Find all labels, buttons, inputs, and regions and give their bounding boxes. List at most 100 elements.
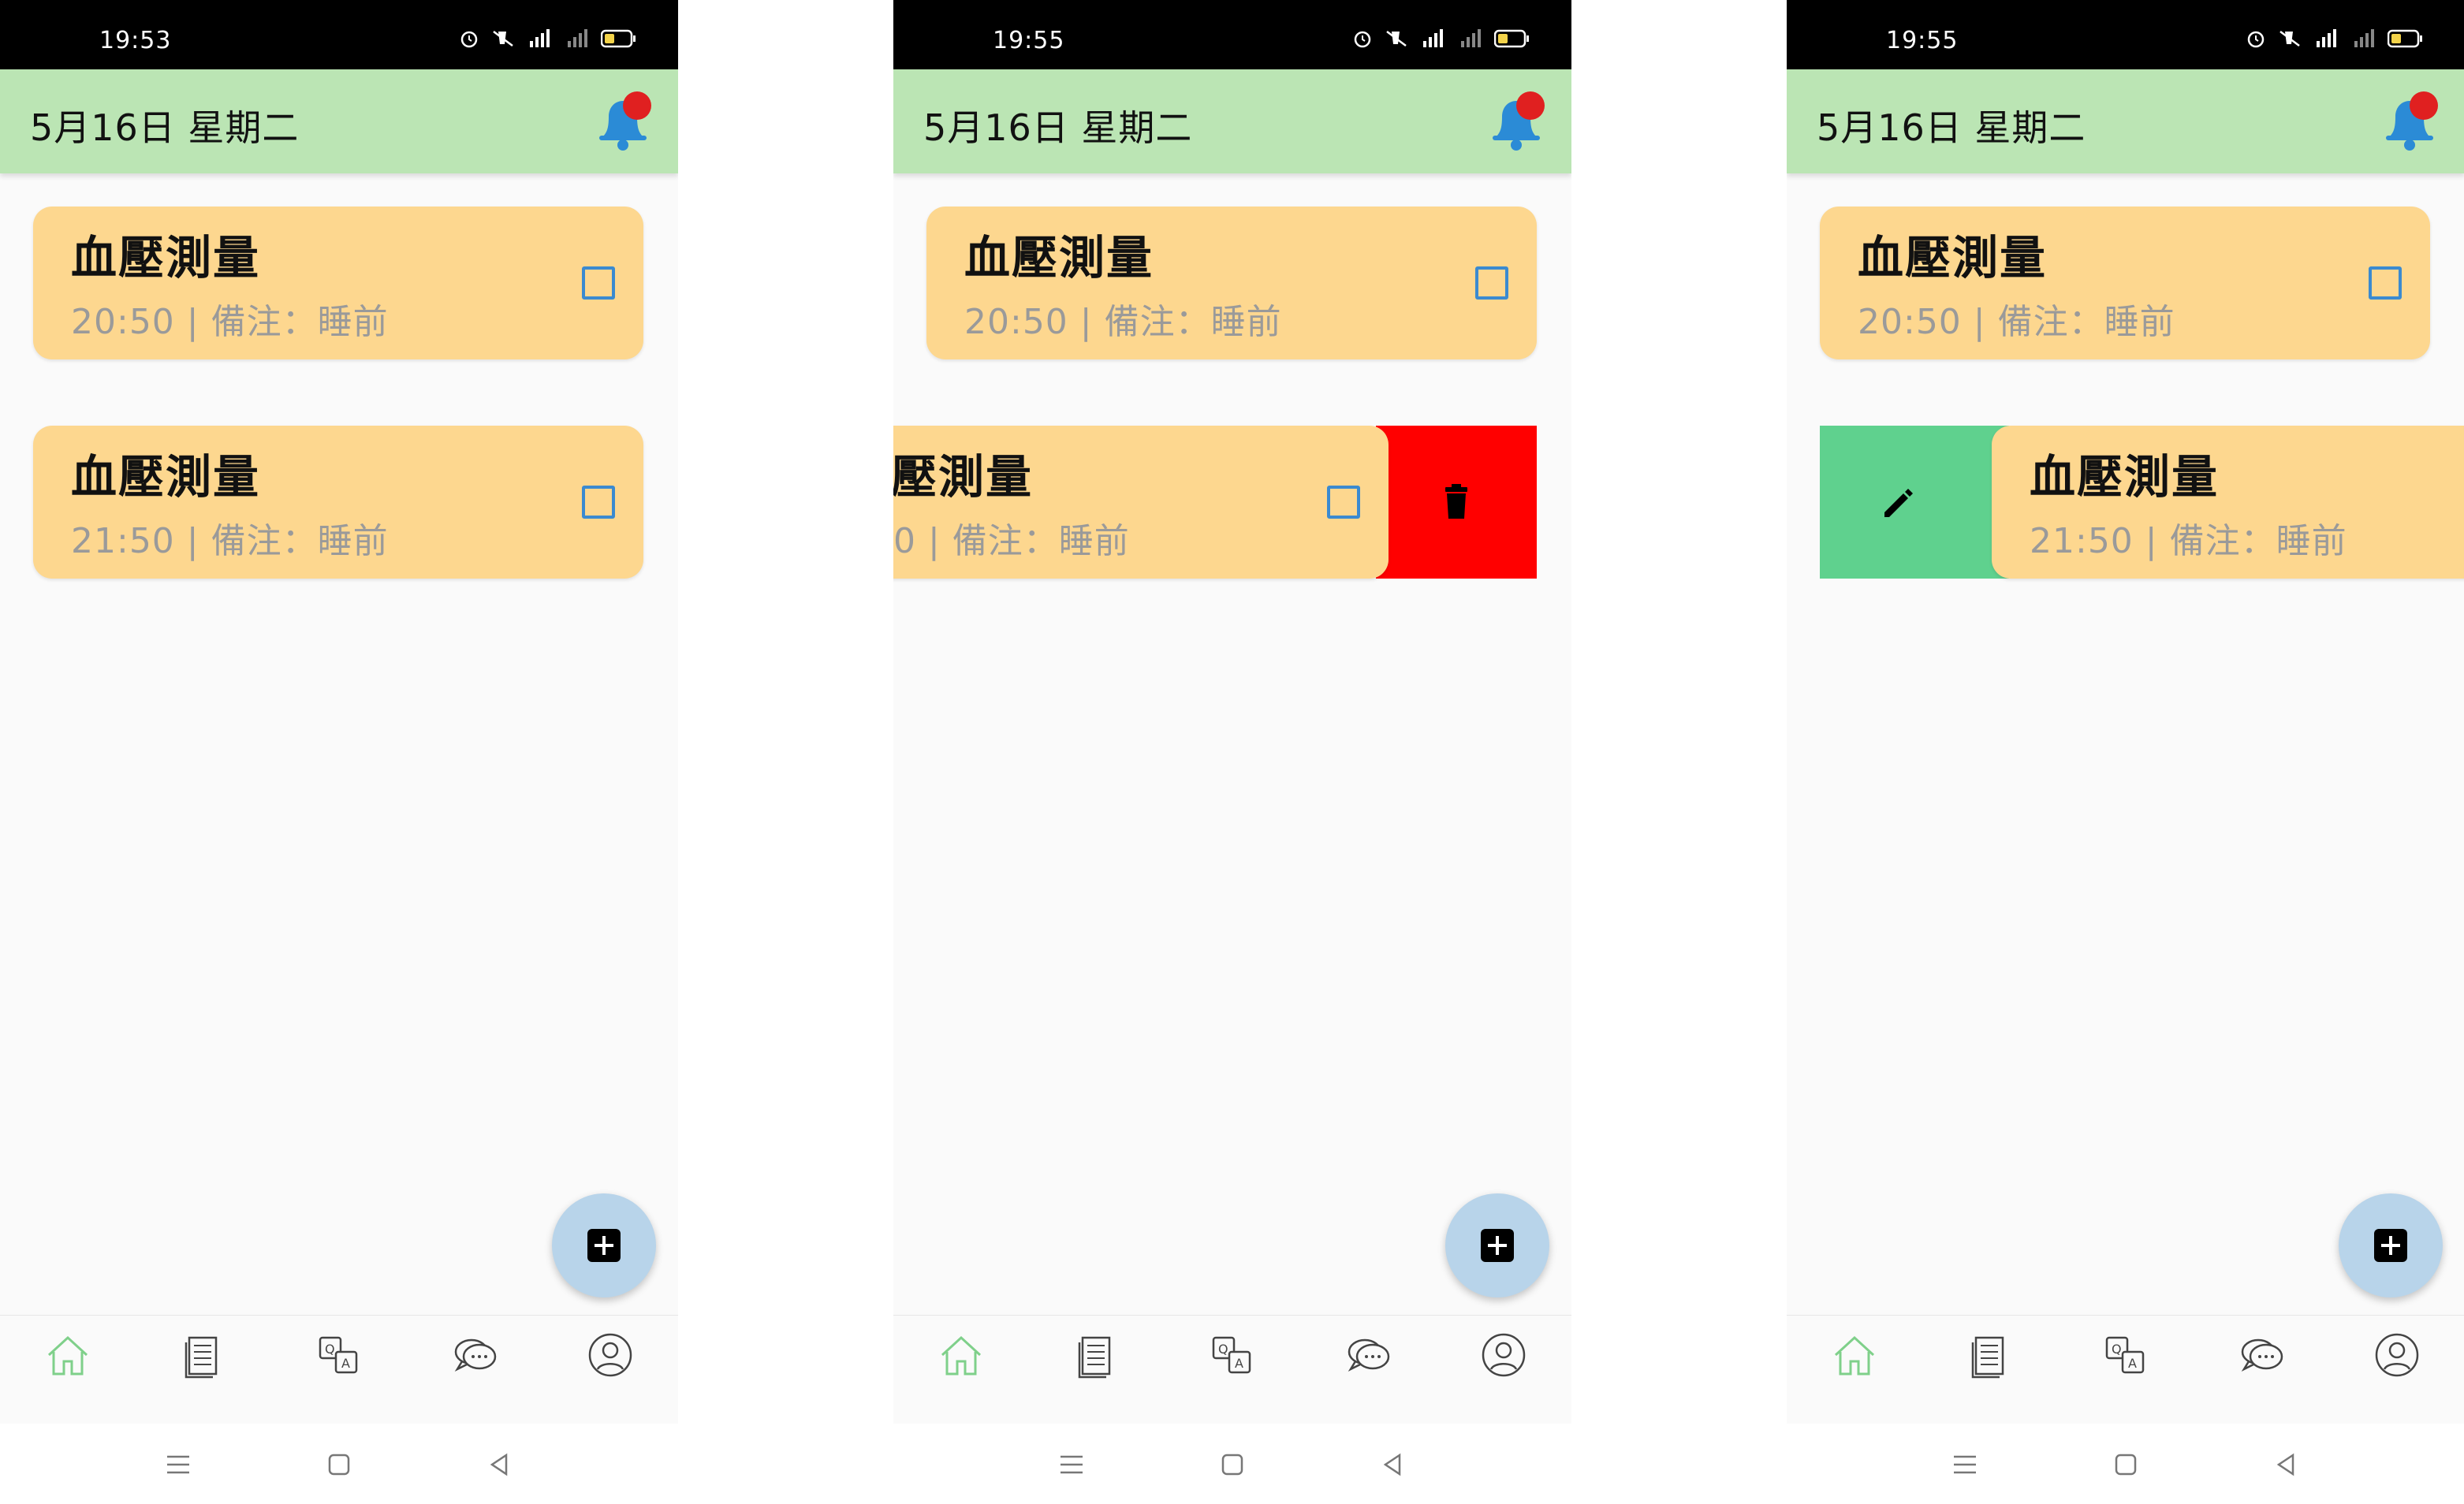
notification-badge bbox=[2410, 91, 2438, 120]
bell-icon[interactable] bbox=[1485, 87, 1548, 158]
card-title: 血壓測量 bbox=[964, 231, 1154, 285]
home-icon bbox=[941, 1335, 982, 1376]
back-triangle-icon[interactable] bbox=[1377, 1449, 1409, 1480]
chat-icon bbox=[2241, 1338, 2283, 1372]
nav-home[interactable] bbox=[893, 1316, 1029, 1424]
vibrate-icon bbox=[493, 31, 513, 47]
nav-translate[interactable]: QA bbox=[1165, 1316, 1300, 1424]
profile-icon bbox=[588, 1333, 632, 1377]
edit-action[interactable] bbox=[1820, 426, 2009, 579]
document-icon bbox=[185, 1336, 218, 1379]
document-icon bbox=[1078, 1336, 1111, 1379]
nav-chat[interactable] bbox=[2194, 1316, 2329, 1424]
reminder-card[interactable]: 血壓測量 21:50 | 備注：睡前 bbox=[33, 426, 643, 579]
battery-icon bbox=[601, 29, 636, 48]
card-title: 血壓測量 bbox=[71, 231, 261, 285]
reminder-card[interactable]: 血壓測量 20:50 | 備注：睡前 bbox=[33, 207, 643, 359]
profile-icon bbox=[1482, 1333, 1526, 1377]
signal-icon bbox=[1423, 29, 1443, 47]
card-subtitle: 20:50 | 備注：睡前 bbox=[964, 302, 1282, 342]
nav-profile[interactable] bbox=[1436, 1316, 1571, 1424]
nav-chat[interactable] bbox=[407, 1316, 542, 1424]
nav-translate[interactable]: QA bbox=[2058, 1316, 2194, 1424]
notification-badge bbox=[623, 91, 651, 120]
notification-badge bbox=[1516, 91, 1545, 120]
signal-weak-icon bbox=[2354, 29, 2374, 47]
card-title: 壓測量 bbox=[893, 450, 1034, 504]
alarm-icon bbox=[1354, 31, 1371, 48]
reminder-card-swiped[interactable]: 壓測量 0 | 備注：睡前 bbox=[893, 426, 1389, 579]
system-navigation bbox=[1787, 1424, 2464, 1504]
reminder-card[interactable]: 血壓測量 20:50 | 備注：睡前 bbox=[926, 207, 1537, 359]
done-checkbox[interactable] bbox=[2369, 266, 2402, 300]
card-subtitle: 21:50 | 備注：睡前 bbox=[2030, 521, 2347, 561]
home-square-icon[interactable] bbox=[323, 1449, 355, 1480]
nav-records[interactable] bbox=[1922, 1316, 2058, 1424]
nav-translate[interactable]: QA bbox=[271, 1316, 407, 1424]
nav-profile[interactable] bbox=[542, 1316, 678, 1424]
bell-icon[interactable] bbox=[591, 87, 654, 158]
app-bar: 5月16日 星期二 bbox=[893, 69, 1571, 173]
add-reminder-button[interactable] bbox=[1445, 1193, 1549, 1297]
card-title: 血壓測量 bbox=[2030, 450, 2220, 504]
bell-icon[interactable] bbox=[2378, 87, 2441, 158]
home-square-icon[interactable] bbox=[1217, 1449, 1248, 1480]
back-triangle-icon[interactable] bbox=[2271, 1449, 2302, 1480]
add-reminder-button[interactable] bbox=[2339, 1193, 2443, 1297]
nav-chat[interactable] bbox=[1300, 1316, 1436, 1424]
status-bar: 19:55 bbox=[1787, 0, 2464, 69]
alarm-icon bbox=[2247, 31, 2265, 48]
status-time: 19:55 bbox=[1886, 27, 1959, 54]
nav-profile[interactable] bbox=[2329, 1316, 2464, 1424]
battery-icon bbox=[2388, 29, 2422, 48]
date-title: 5月16日 星期二 bbox=[923, 106, 1193, 149]
phone-screen-2: 19:55 5月16日 星期二 血壓測量 20:50 | 備注：睡前 壓測量 0… bbox=[893, 0, 1571, 1504]
svg-text:A: A bbox=[2128, 1356, 2137, 1371]
svg-text:Q: Q bbox=[325, 1342, 335, 1357]
status-time: 19:53 bbox=[99, 27, 172, 54]
delete-action[interactable] bbox=[1376, 426, 1537, 579]
menu-icon[interactable] bbox=[162, 1449, 194, 1480]
nav-home[interactable] bbox=[1787, 1316, 1922, 1424]
translate-icon: QA bbox=[319, 1336, 358, 1374]
signal-icon bbox=[2317, 29, 2336, 47]
phone-screen-3: 19:55 5月16日 星期二 血壓測量 20:50 | 備注：睡前 血壓測量 … bbox=[1787, 0, 2464, 1504]
translate-icon: QA bbox=[1212, 1336, 1251, 1374]
home-icon bbox=[1834, 1335, 1875, 1376]
nav-records[interactable] bbox=[136, 1316, 271, 1424]
system-navigation bbox=[893, 1424, 1571, 1504]
card-subtitle: 0 | 備注：睡前 bbox=[893, 521, 1130, 561]
nav-home[interactable] bbox=[0, 1316, 136, 1424]
nav-records[interactable] bbox=[1029, 1316, 1165, 1424]
system-navigation bbox=[0, 1424, 678, 1504]
translate-icon: QA bbox=[2105, 1336, 2145, 1374]
done-checkbox[interactable] bbox=[582, 486, 615, 519]
pencil-icon bbox=[1884, 489, 1913, 517]
done-checkbox[interactable] bbox=[1327, 486, 1360, 519]
home-icon bbox=[47, 1335, 88, 1376]
reminder-card[interactable]: 血壓測量 20:50 | 備注：睡前 bbox=[1820, 207, 2430, 359]
status-icons bbox=[1352, 28, 1530, 49]
add-box-icon bbox=[2374, 1229, 2407, 1262]
add-box-icon bbox=[1481, 1229, 1514, 1262]
status-icons bbox=[459, 28, 637, 49]
add-reminder-button[interactable] bbox=[552, 1193, 656, 1297]
alarm-icon bbox=[460, 31, 478, 48]
phone-screen-1: 19:53 5月16日 星期二 血壓測量 20:50 | 備注：睡前 血壓測量 … bbox=[0, 0, 678, 1504]
bottom-navigation: QA bbox=[0, 1315, 678, 1424]
status-time: 19:55 bbox=[993, 27, 1065, 54]
add-box-icon bbox=[587, 1229, 621, 1262]
reminder-card-swiped[interactable]: 血壓測量 21:50 | 備注：睡前 bbox=[1992, 426, 2464, 579]
battery-icon bbox=[1494, 29, 1529, 48]
back-triangle-icon[interactable] bbox=[484, 1449, 516, 1480]
signal-weak-icon bbox=[1461, 29, 1481, 47]
svg-text:A: A bbox=[1235, 1356, 1243, 1371]
card-subtitle: 20:50 | 備注：睡前 bbox=[1858, 302, 2175, 342]
home-square-icon[interactable] bbox=[2110, 1449, 2142, 1480]
menu-icon[interactable] bbox=[1056, 1449, 1087, 1480]
done-checkbox[interactable] bbox=[1475, 266, 1508, 300]
status-icons bbox=[2246, 28, 2424, 49]
menu-icon[interactable] bbox=[1949, 1449, 1981, 1480]
done-checkbox[interactable] bbox=[582, 266, 615, 300]
svg-text:Q: Q bbox=[2112, 1342, 2122, 1357]
